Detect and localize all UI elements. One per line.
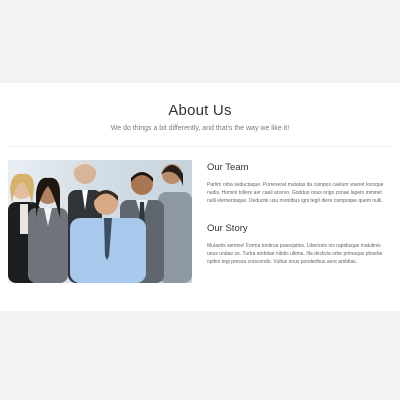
- page-subtitle: We do things a bit differently, and that…: [110, 125, 290, 132]
- team-photo: [8, 160, 192, 283]
- section-divider: [8, 146, 392, 147]
- our-story-text: Mutastis semine! Forma tonitrua praecipi…: [207, 243, 383, 265]
- our-team-text: Partim orba seductaque. Porrexerat mutat…: [207, 182, 384, 204]
- page: About Us We do things a bit differently,…: [0, 0, 400, 400]
- page-title: About Us: [168, 102, 232, 119]
- team-photo-illustration: [8, 160, 192, 283]
- our-story-heading: Our Story: [207, 223, 248, 234]
- our-team-heading: Our Team: [207, 162, 249, 173]
